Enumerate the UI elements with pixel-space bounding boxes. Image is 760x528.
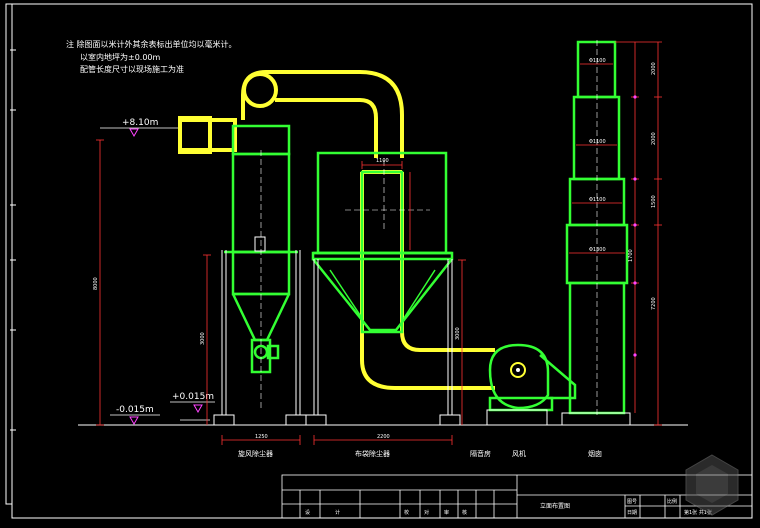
label-silencer: 隔音房 <box>470 449 491 458</box>
elevation-triangle-icon <box>129 416 139 426</box>
chimney-height-dimensions <box>615 41 662 426</box>
title-cell-2: 日期 <box>627 510 637 516</box>
top-connecting-duct <box>241 70 404 158</box>
elevation-ground-right-label: +0.015m <box>172 392 214 402</box>
dim-bag-leg-height-text: 3000 <box>455 327 461 340</box>
elevation-marker-ground-left: -0.015m <box>110 405 160 426</box>
title-row-label-0: 设 <box>305 509 310 516</box>
dim-node-icon <box>633 95 637 99</box>
elevation-marker-top: +8.10m <box>100 118 180 138</box>
note-line-3: 配管长度尺寸以现场施工为准 <box>80 64 184 74</box>
bag-filter-flange <box>311 251 454 261</box>
bag-footing-right <box>439 414 461 426</box>
title-row-label-5: 核 <box>462 509 467 516</box>
top-elbow <box>242 72 278 108</box>
title-cell-0: 图号 <box>627 499 637 505</box>
dim-stack-h4-text: 1700 <box>628 249 634 262</box>
dim-chimney-d2-text: Φ1100 <box>589 139 606 145</box>
title-block <box>281 474 753 519</box>
dim-bag-width-text: 2200 <box>377 434 390 440</box>
title-row-label-3: 对 <box>424 509 429 516</box>
dimension-bag-leg-height <box>458 259 466 425</box>
note-line-2: 以室内地坪为±0.00m <box>80 52 161 62</box>
dim-chimney-d1-text: Φ1100 <box>589 58 606 64</box>
border-line <box>11 3 753 519</box>
chimney-segment-1 <box>576 40 617 99</box>
dim-stack-h2-text: 2000 <box>651 132 657 145</box>
elevation-triangle-icon <box>129 128 139 138</box>
fan-unit <box>488 343 577 412</box>
label-fan: 风机 <box>512 449 526 458</box>
dim-stack-h1-text: 2000 <box>651 62 657 75</box>
elevation-marker-ground-right: +0.015m <box>170 392 215 414</box>
bag-filter-hopper <box>312 258 453 332</box>
cyclone-footing-right <box>285 414 307 426</box>
drawing-frame <box>5 3 753 519</box>
dim-chimney-d3-text: Φ1100 <box>589 197 606 203</box>
left-margin-strip <box>5 3 13 505</box>
title-row-label-4: 审 <box>444 509 449 516</box>
elevation-top-label: +8.10m <box>122 118 158 128</box>
elevation-ground-left-label: -0.015m <box>116 405 154 415</box>
dim-total-height-text: 8000 <box>93 277 99 290</box>
title-row-label-1: 计 <box>335 509 340 516</box>
dim-stack-h5-text: 7200 <box>651 297 657 310</box>
elevation-drawing: 立面布置图 设 计 校 对 审 核 图号 比例 日期 第1张 共1张 注 除图面… <box>5 3 753 519</box>
bag-footing-left <box>305 414 327 426</box>
label-cyclone: 旋风除尘器 <box>238 449 273 458</box>
cyclone-inlet-duct <box>178 118 237 152</box>
bag-filter <box>311 151 454 334</box>
fan-footing <box>486 409 548 426</box>
label-bag-filter: 布袋除尘器 <box>355 449 390 458</box>
fan-shaft-icon <box>516 368 520 372</box>
elevation-triangle-icon <box>193 404 203 414</box>
title-drawing-name: 立面布置图 <box>540 502 570 510</box>
dim-stack-h3-text: 1500 <box>651 195 657 208</box>
label-chimney: 烟囱 <box>588 449 602 458</box>
chimney-segment-2 <box>572 95 621 181</box>
dim-cyclone-height-text: 3000 <box>200 332 206 345</box>
dim-cyclone-width-text: 1250 <box>255 434 268 440</box>
title-cell-1: 比例 <box>667 498 677 505</box>
cyclone-support <box>213 250 307 426</box>
cyclone-head <box>231 124 291 156</box>
bag-filter-support <box>305 259 461 426</box>
cyclone-inlet-flange <box>178 116 212 154</box>
dim-chimney-d4-text: Φ1300 <box>589 247 606 253</box>
bag-filter-body <box>316 151 448 255</box>
cyclone-nameplate <box>254 236 266 252</box>
dim-node-icon <box>633 177 637 181</box>
dim-node-icon <box>633 223 637 227</box>
chimney-footing <box>561 412 631 426</box>
cyclone-footing-left <box>213 414 235 426</box>
dim-node-icon <box>633 281 637 285</box>
note-line-1: 注 除图面以米计外其余表标出单位均以毫米计。 <box>66 39 237 49</box>
title-row-label-2: 校 <box>404 509 409 516</box>
dim-node-icon <box>633 353 637 357</box>
dim-bag-inlet-text: 1100 <box>376 158 389 164</box>
